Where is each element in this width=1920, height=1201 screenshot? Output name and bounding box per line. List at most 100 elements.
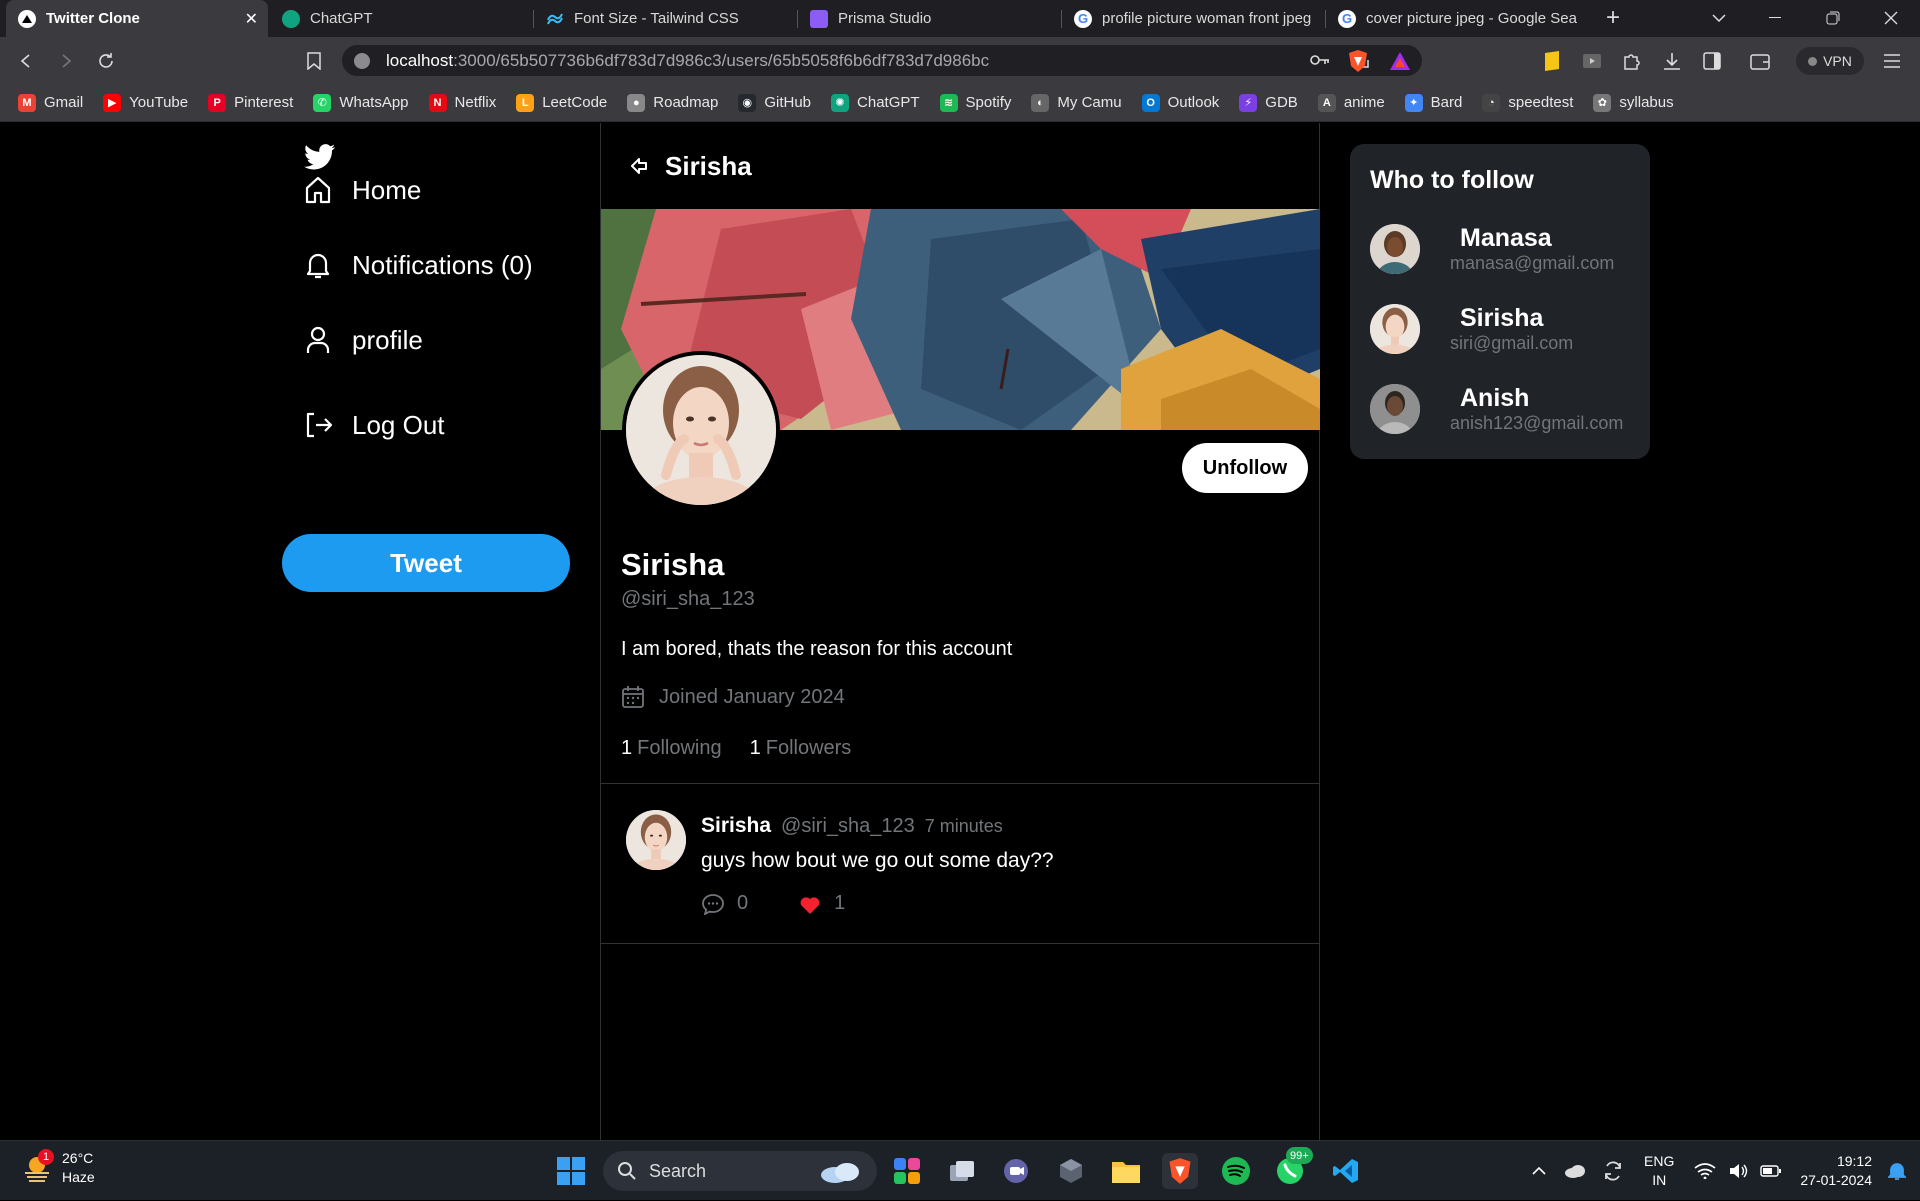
vpn-button[interactable]: VPN <box>1796 47 1864 75</box>
bookmark-pinterest[interactable]: P Pinterest <box>208 93 294 112</box>
suggested-user-info: Sirisha siri@gmail.com <box>1450 304 1573 354</box>
bookmark-label: YouTube <box>129 94 189 111</box>
battery-icon[interactable] <box>1760 1164 1782 1178</box>
nav-logout[interactable]: Log Out <box>302 409 445 441</box>
whatsapp-icon[interactable]: 99+ <box>1272 1147 1313 1189</box>
close-window-icon[interactable] <box>1868 4 1914 32</box>
twitter-logo-icon[interactable] <box>304 144 336 170</box>
tab-prisma[interactable]: Prisma Studio <box>798 0 1060 37</box>
following-link[interactable]: 1 Following <box>621 737 722 760</box>
bookmark-netflix[interactable]: N Netflix <box>428 93 496 112</box>
brave-wallet-icon[interactable] <box>1748 49 1772 73</box>
bookmark-syllabus[interactable]: ✿ syllabus <box>1593 93 1674 112</box>
minimize-icon[interactable] <box>1752 4 1798 32</box>
wallet-extension-icon[interactable] <box>1540 49 1564 73</box>
weather-widget[interactable]: 1 26°C Haze <box>22 1149 95 1187</box>
unfollow-button[interactable]: Unfollow <box>1182 443 1308 493</box>
woman-portrait-image <box>626 355 776 505</box>
tab-chatgpt[interactable]: ChatGPT <box>270 0 532 37</box>
suggested-user-name: Anish <box>1460 384 1530 412</box>
taskbar-clock[interactable]: 19:12 27-01-2024 <box>1800 1152 1872 1190</box>
brave-rewards-icon[interactable] <box>1388 49 1412 73</box>
bookmark-whatsapp[interactable]: ✆ WhatsApp <box>313 93 409 112</box>
bookmark-youtube[interactable]: ▶ YouTube <box>103 93 189 112</box>
like-action[interactable]: 1 <box>798 892 845 915</box>
onedrive-cloud-icon[interactable] <box>1564 1163 1586 1179</box>
site-info-icon[interactable] <box>354 52 370 69</box>
back-arrow-icon[interactable] <box>629 156 649 176</box>
back-icon[interactable] <box>14 49 38 73</box>
copilot-app-icon[interactable] <box>889 1153 925 1189</box>
notification-bell-icon[interactable] <box>1888 1161 1906 1181</box>
close-tab-icon[interactable]: ✕ <box>245 9 258 29</box>
windows-start-icon[interactable] <box>553 1153 589 1189</box>
teams-chat-icon[interactable] <box>998 1153 1034 1189</box>
tab-google-cover[interactable]: G cover picture jpeg - Google Sear <box>1326 0 1588 37</box>
bookmark-icon[interactable] <box>302 49 326 73</box>
bookmark-spotify[interactable]: ≋ Spotify <box>939 93 1011 112</box>
new-tab-plus-icon[interactable]: + <box>1590 4 1636 32</box>
bookmark-label: Outlook <box>1167 94 1220 111</box>
extensions-puzzle-icon[interactable] <box>1620 49 1644 73</box>
sidebar-toggle-icon[interactable] <box>1700 49 1724 73</box>
key-icon[interactable] <box>1310 52 1330 68</box>
download-icon[interactable] <box>1660 49 1684 73</box>
vscode-icon[interactable] <box>1328 1153 1364 1189</box>
bookmark-gmail[interactable]: M Gmail <box>18 93 83 112</box>
taskbar-search-placeholder: Search <box>649 1160 707 1181</box>
tweet-button[interactable]: Tweet <box>282 534 570 592</box>
user-avatar <box>1370 304 1420 354</box>
restore-icon[interactable] <box>1810 4 1856 32</box>
forward-icon[interactable] <box>54 49 78 73</box>
cloud-search-highlight-icon <box>821 1163 859 1183</box>
suggested-user[interactable]: Sirisha siri@gmail.com <box>1370 299 1640 359</box>
tab-tailwind[interactable]: Font Size - Tailwind CSS <box>534 0 796 37</box>
tray-chevron-up-icon[interactable] <box>1532 1167 1546 1175</box>
followers-link[interactable]: 1 Followers <box>750 737 852 760</box>
wifi-icon[interactable] <box>1694 1163 1716 1179</box>
bookmark-gdb[interactable]: ⚡ GDB <box>1239 93 1298 112</box>
taskbar-search[interactable]: Search <box>603 1151 877 1191</box>
bookmark-bard[interactable]: ✦ Bard <box>1404 93 1462 112</box>
app-cube-icon[interactable] <box>1053 1153 1089 1189</box>
reload-icon[interactable] <box>94 49 118 73</box>
bookmark-leetcode[interactable]: L LeetCode <box>516 93 607 112</box>
post-avatar[interactable] <box>626 810 686 870</box>
bookmark-chatgpt[interactable]: ✺ ChatGPT <box>831 93 920 112</box>
volume-icon[interactable] <box>1728 1162 1748 1180</box>
tab-list-chevron-icon[interactable] <box>1696 4 1742 32</box>
tweet-post[interactable]: Sirisha @siri_sha_123 7 minutes guys how… <box>601 784 1320 944</box>
brave-shields-icon[interactable] <box>1346 49 1370 73</box>
profile-avatar[interactable] <box>622 351 780 509</box>
bookmark-outlook[interactable]: O Outlook <box>1141 93 1220 112</box>
bookmark-speedtest[interactable]: ◔ speedtest <box>1482 93 1573 112</box>
sync-icon[interactable] <box>1602 1160 1624 1182</box>
brave-browser-icon[interactable] <box>1162 1153 1198 1189</box>
suggested-user[interactable]: Manasa manasa@gmail.com <box>1370 219 1640 279</box>
bookmark-favicon-icon: ✿ <box>1593 93 1612 112</box>
nav-profile[interactable]: profile <box>302 324 423 356</box>
bookmark-roadmap[interactable]: ● Roadmap <box>627 93 718 112</box>
bookmark-my-camu[interactable]: ◐ My Camu <box>1031 93 1122 112</box>
bookmark-anime[interactable]: Aanime <box>1317 93 1385 112</box>
task-view-icon[interactable] <box>944 1153 980 1189</box>
tab-twitter-clone[interactable]: Twitter Clone ✕ <box>6 0 268 37</box>
language-indicator[interactable]: ENG IN <box>1644 1152 1674 1190</box>
nav-notifications[interactable]: Notifications (0) <box>302 249 533 281</box>
bookmark-github[interactable]: ◉ GitHub <box>738 93 811 112</box>
menu-hamburger-icon[interactable] <box>1880 49 1904 73</box>
nav-notifications-label: Notifications (0) <box>352 249 533 280</box>
tab-google-profile[interactable]: G profile picture woman front jpeg <box>1062 0 1324 37</box>
comment-action[interactable]: 0 <box>701 892 748 915</box>
nav-home[interactable]: Home <box>302 174 421 206</box>
suggested-user[interactable]: Anish anish123@gmail.com <box>1370 379 1640 439</box>
address-bar[interactable]: localhost:3000/65b507736b6df783d7d986c3/… <box>342 45 1422 76</box>
bell-icon <box>306 253 330 279</box>
bookmark-label: syllabus <box>1619 94 1674 111</box>
file-explorer-icon[interactable] <box>1108 1153 1144 1189</box>
post-author-name[interactable]: Sirisha <box>701 814 771 838</box>
media-extension-icon[interactable] <box>1580 49 1604 73</box>
bookmark-favicon-icon: L <box>516 93 535 112</box>
bookmark-label: Pinterest <box>234 94 294 111</box>
spotify-icon[interactable] <box>1218 1153 1254 1189</box>
